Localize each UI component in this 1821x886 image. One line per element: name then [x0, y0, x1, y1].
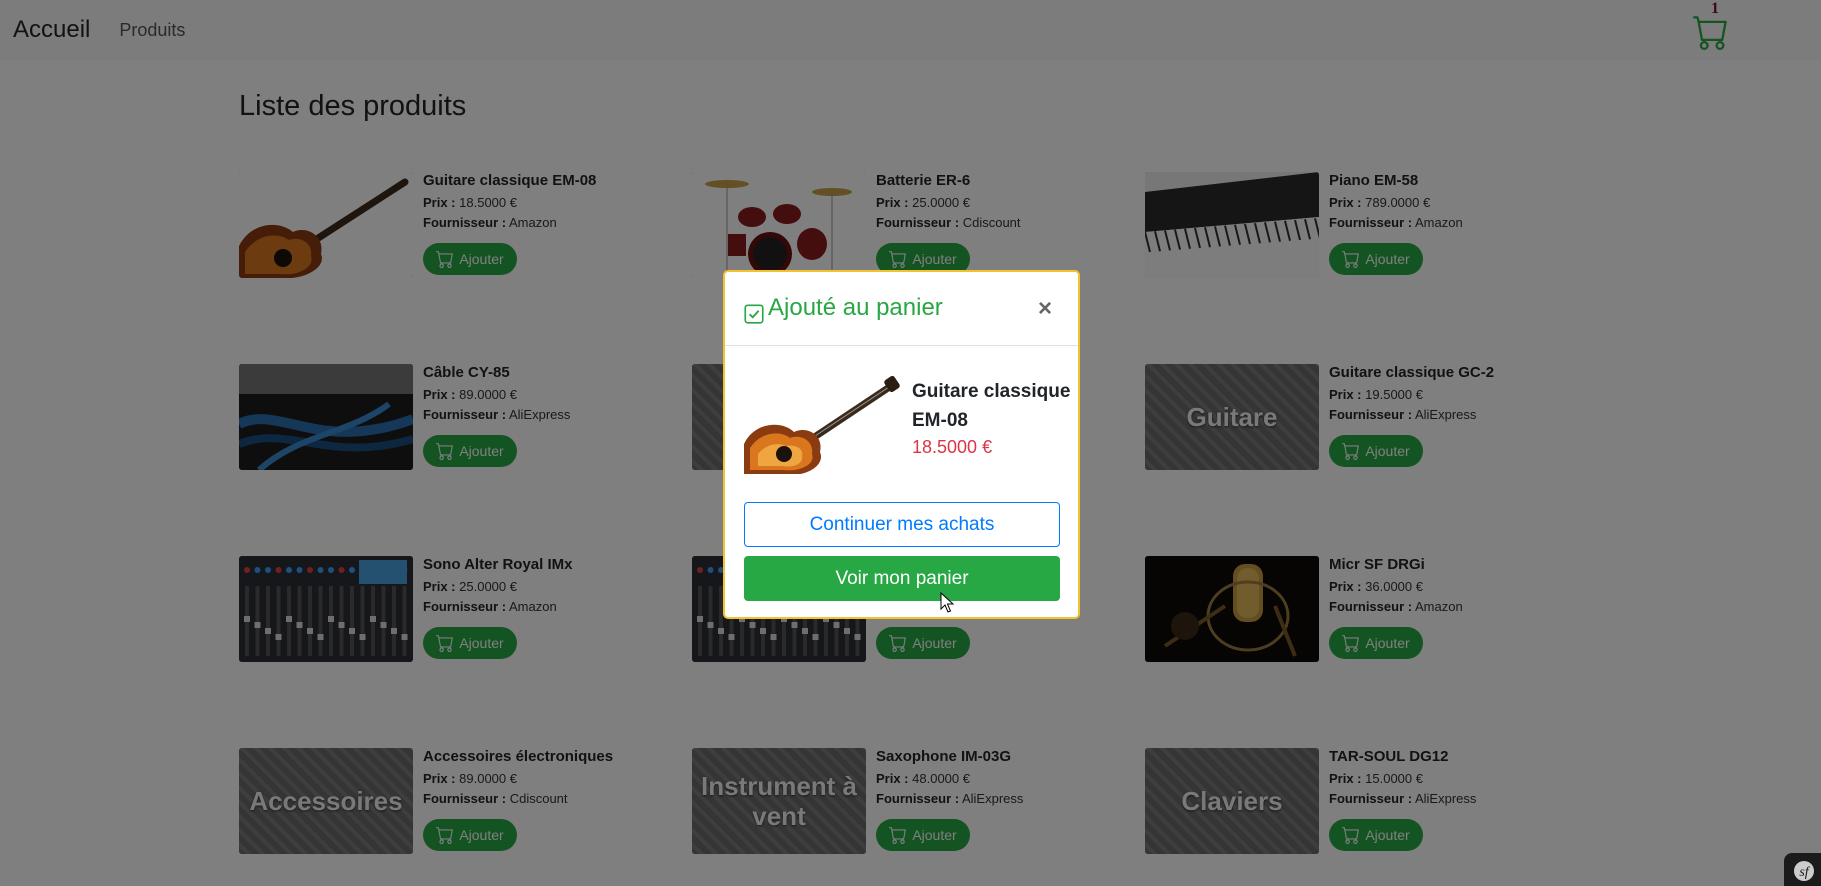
- continue-shopping-button[interactable]: Continuer mes achats: [744, 502, 1060, 547]
- mouse-cursor-icon: [940, 592, 954, 613]
- modal-title: Ajouté au panier: [768, 294, 943, 321]
- check-square-icon: [744, 304, 764, 324]
- modal-product-image: [744, 374, 902, 475]
- modal-header: Ajouté au panier ×: [725, 272, 1078, 346]
- symfony-logo-icon: sf: [1794, 861, 1814, 881]
- modal-product-name: Guitare classique EM-08: [912, 381, 1071, 431]
- modal-product-price: 18.5000 €: [912, 437, 993, 457]
- close-icon[interactable]: ×: [1038, 297, 1052, 321]
- symfony-toolbar-toggle[interactable]: sf: [1784, 853, 1821, 886]
- view-cart-button[interactable]: Voir mon panier: [744, 556, 1060, 601]
- added-to-cart-modal: Ajouté au panier × Guitare classique EM-…: [723, 270, 1080, 619]
